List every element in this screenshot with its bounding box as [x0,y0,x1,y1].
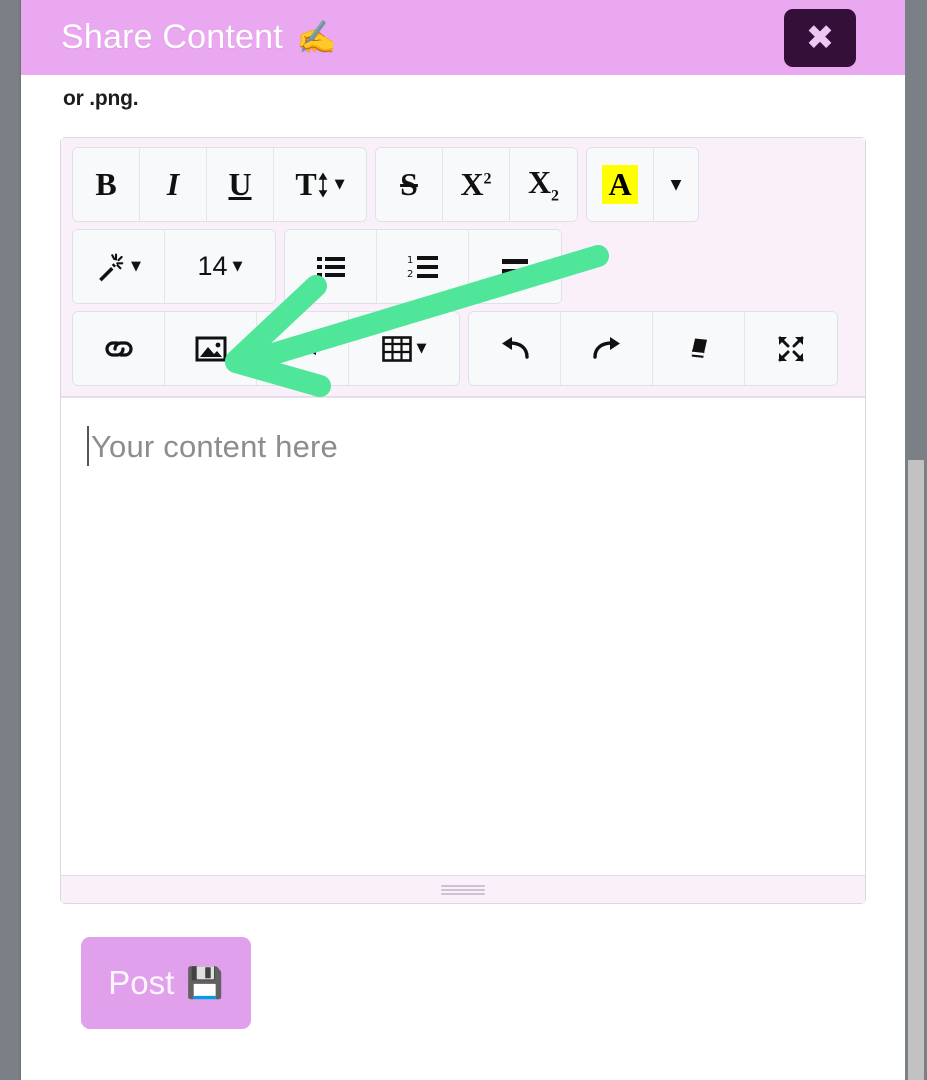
vertical-scrollbar-track[interactable] [905,0,927,1080]
toolbar-group-style-size: ▼ 14 ▼ [72,229,276,304]
modal-title-text: Share Content [61,18,283,56]
italic-button[interactable]: I [140,148,207,221]
bullet-list-icon [316,256,345,277]
chevron-down-icon: ▼ [131,259,141,274]
toolbar-group-history [468,311,838,386]
underline-icon: U [228,166,252,202]
close-icon: ✖ [805,18,835,58]
insert-link-button[interactable] [73,312,165,385]
toolbar-row-3: ▼ [72,311,854,386]
svg-text:1: 1 [407,255,413,266]
highlight-a-icon: A [602,165,638,204]
vertical-scrollbar-thumb[interactable] [908,460,924,1080]
chevron-down-icon: ▼ [334,177,345,192]
superscript-icon: X2 [460,166,492,202]
placeholder-text: Your content here [91,429,338,464]
screen-root: Share Content ✍️ ✖ or .png. B I U T ▼ S … [0,0,927,1080]
subscript-button[interactable]: X2 [510,148,577,221]
highlight-dropdown-button[interactable]: ▼ [654,148,698,221]
line-height-icon: T [295,166,317,202]
rich-text-editor: B I U T ▼ S X2 X2 A ▼ ▼ 14 ▼ 1 2 ▼ Your … [60,137,866,904]
redo-icon [592,336,620,359]
toolbar-row-1: B I U T ▼ S X2 X2 A ▼ [72,147,854,222]
chevron-down-icon: ▼ [416,341,427,356]
fullscreen-button[interactable] [745,312,837,385]
redo-button[interactable] [561,312,653,385]
eraser-icon [690,338,707,358]
align-icon [502,258,528,274]
modal-body: or .png. B I U T ▼ S X2 X2 A ▼ ▼ 14 ▼ 1 … [21,75,905,1029]
bold-icon: B [95,166,117,202]
undo-button[interactable] [469,312,561,385]
svg-text:2: 2 [407,269,413,280]
chevron-down-icon: ▼ [232,259,243,274]
insert-video-button[interactable] [257,312,349,385]
post-button-label: Post [108,964,175,1001]
undo-icon [501,336,529,359]
page-title: Share Content ✍️ [61,18,337,57]
image-icon [195,336,226,361]
insert-image-button[interactable] [165,312,257,385]
superscript-button[interactable]: X2 [443,148,510,221]
editor-toolbar: B I U T ▼ S X2 X2 A ▼ ▼ 14 ▼ 1 2 ▼ [61,138,865,397]
save-disk-icon: 💾 [186,965,224,1001]
strikethrough-button[interactable]: S [376,148,443,221]
content-editable-area[interactable]: Your content here [61,397,865,875]
table-icon [381,335,412,362]
bullet-list-button[interactable] [285,230,377,303]
modal-header: Share Content ✍️ ✖ [21,0,905,75]
line-height-button[interactable]: T ▼ [274,148,366,221]
text-style-button[interactable]: ▼ [73,230,165,303]
share-content-modal: Share Content ✍️ ✖ or .png. B I U T ▼ S … [21,0,905,1080]
bold-button[interactable]: B [73,148,140,221]
expand-icon [778,336,804,361]
text-cursor [87,426,89,466]
underline-button[interactable]: U [207,148,274,221]
content-placeholder: Your content here [87,426,839,466]
numbered-list-button[interactable]: 1 2 [377,230,469,303]
resize-grip-icon [441,883,485,897]
font-size-button[interactable]: 14 ▼ [165,230,275,303]
video-icon [288,343,316,355]
magic-wand-icon [99,252,124,281]
toolbar-group-insert: ▼ [72,311,460,386]
italic-icon: I [166,166,180,202]
subscript-icon: X2 [527,163,560,205]
file-type-hint: or .png. [63,87,139,110]
post-button[interactable]: Post 💾 [81,937,251,1029]
strikethrough-icon: S [400,166,418,202]
toolbar-group-lists: 1 2 [284,229,562,304]
highlight-color-button[interactable]: A [587,148,654,221]
insert-table-button[interactable]: ▼ [349,312,459,385]
editor-resize-handle[interactable] [61,875,865,903]
align-button[interactable] [469,230,561,303]
close-button[interactable]: ✖ [784,9,856,67]
toolbar-group-text-format: B I U T ▼ [72,147,367,222]
toolbar-group-highlight: A ▼ [586,147,699,222]
chevron-down-icon: ▼ [670,176,682,193]
numbered-list-icon: 1 2 [407,255,438,280]
writing-hand-icon: ✍️ [296,19,337,55]
clear-formatting-button[interactable] [653,312,745,385]
toolbar-group-script: S X2 X2 [375,147,578,222]
updown-arrow-icon [318,171,328,198]
font-size-value: 14 [197,251,228,281]
link-icon [104,340,133,357]
toolbar-row-2: ▼ 14 ▼ 1 2 [72,229,854,304]
